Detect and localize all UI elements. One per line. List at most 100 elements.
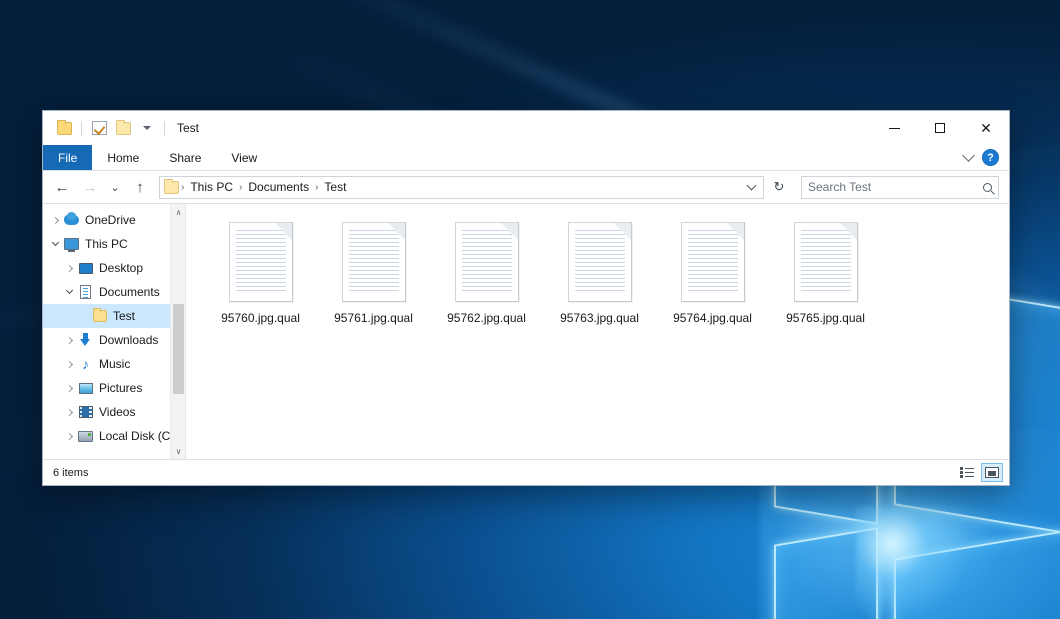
file-name-label: 95760.jpg.qual: [221, 311, 300, 325]
desktop: Test ✕ File Home Share View ?: [0, 0, 1060, 619]
chevron-down-icon[interactable]: [962, 149, 975, 162]
search-icon: [983, 183, 992, 192]
close-button[interactable]: ✕: [963, 111, 1009, 145]
chevron-right-icon[interactable]: [61, 362, 77, 367]
sidebar-item-this-pc[interactable]: This PC: [43, 232, 185, 256]
sidebar-item-videos[interactable]: Videos: [43, 400, 185, 424]
sidebar-item-onedrive[interactable]: OneDrive: [43, 208, 185, 232]
qat-customize-button[interactable]: [136, 117, 158, 139]
breadcrumb-separator: ›: [239, 182, 242, 193]
twisty-glyph: [65, 336, 72, 343]
sidebar-item-local-disk-c[interactable]: Local Disk (C:): [43, 424, 185, 448]
scrollbar-thumb[interactable]: [173, 304, 184, 394]
sidebar-item-label: Pictures: [99, 381, 142, 395]
navigation-pane: OneDriveThis PCDesktop Documents Test Downl…: [43, 204, 185, 459]
chevron-right-icon[interactable]: [61, 410, 77, 415]
details-view-button[interactable]: [956, 463, 978, 482]
maximize-button[interactable]: [917, 111, 963, 145]
ribbon-tab-strip: File Home Share View ?: [43, 145, 1009, 171]
breadcrumb-item-this-pc[interactable]: This PC: [186, 180, 237, 194]
properties-icon: [92, 121, 107, 135]
breadcrumb[interactable]: › This PC › Documents › Test: [159, 176, 764, 199]
chevron-right-icon[interactable]: [61, 338, 77, 343]
minimize-icon: [889, 128, 900, 129]
file-item[interactable]: 95762.jpg.qual: [430, 218, 543, 340]
local-disk-icon-glyph: [78, 431, 93, 442]
minimize-button[interactable]: [871, 111, 917, 145]
file-item[interactable]: 95764.jpg.qual: [656, 218, 769, 340]
generic-file-icon: [568, 222, 632, 302]
breadcrumb-item-documents[interactable]: Documents: [244, 180, 313, 194]
file-list-pane[interactable]: 95760.jpg.qual 95761.jpg.qual 95762.jpg.qu…: [185, 204, 1009, 459]
file-name-label: 95762.jpg.qual: [447, 311, 526, 325]
pictures-icon-glyph: [79, 383, 93, 394]
chevron-right-icon[interactable]: [61, 434, 77, 439]
twisty-glyph: [51, 239, 58, 246]
back-button[interactable]: ←: [49, 174, 75, 200]
recent-locations-button[interactable]: ⌄: [105, 174, 125, 200]
scroll-down-icon[interactable]: ∨: [171, 443, 185, 459]
sidebar-item-documents[interactable]: Documents: [43, 280, 185, 304]
file-item[interactable]: 95760.jpg.qual: [204, 218, 317, 340]
up-button[interactable]: ↑: [127, 174, 153, 200]
qat-new-folder-button[interactable]: [112, 117, 134, 139]
tab-file[interactable]: File: [43, 145, 92, 170]
window-title: Test: [177, 121, 199, 135]
view-mode-buttons: [956, 463, 1003, 482]
file-name-label: 95764.jpg.qual: [673, 311, 752, 325]
sidebar-item-test[interactable]: Test: [43, 304, 185, 328]
sidebar-item-label: Local Disk (C:): [99, 429, 178, 443]
qat-properties-button[interactable]: [88, 117, 110, 139]
chevron-down-icon[interactable]: [47, 243, 63, 245]
address-bar: ← → ⌄ ↑ › This PC › Documents › Test ↻ S…: [43, 171, 1009, 203]
windows-logo-vertex-glow: [856, 506, 976, 619]
refresh-button[interactable]: ↻: [766, 174, 792, 200]
window-controls: ✕: [871, 111, 1009, 145]
scroll-up-icon[interactable]: ∧: [171, 204, 185, 220]
window-body: OneDriveThis PCDesktop Documents Test Downl…: [43, 203, 1009, 459]
tab-share[interactable]: Share: [154, 145, 216, 170]
qat-separator: [81, 121, 82, 136]
breadcrumb-item-test[interactable]: Test: [320, 180, 350, 194]
help-icon[interactable]: ?: [982, 149, 999, 166]
qat-folder-button[interactable]: [53, 117, 75, 139]
folder-icon-glyph: [93, 310, 107, 322]
pictures-icon: [77, 383, 94, 394]
chevron-right-icon[interactable]: [61, 386, 77, 391]
documents-icon: [77, 285, 94, 299]
breadcrumb-separator: ›: [315, 182, 318, 193]
chevron-right-icon[interactable]: [61, 266, 77, 271]
videos-icon-glyph: [79, 406, 93, 418]
file-explorer-window: Test ✕ File Home Share View ?: [42, 110, 1010, 486]
tab-view[interactable]: View: [216, 145, 272, 170]
navigation-scrollbar[interactable]: ∧ ∨: [170, 204, 185, 459]
sidebar-item-pictures[interactable]: Pictures: [43, 376, 185, 400]
sidebar-item-label: Downloads: [99, 333, 158, 347]
music-icon: ♪: [77, 357, 94, 371]
file-item[interactable]: 95765.jpg.qual: [769, 218, 882, 340]
desktop-icon-glyph: [79, 263, 93, 274]
onedrive-icon: [63, 215, 80, 225]
search-input[interactable]: Search Test: [801, 176, 999, 199]
file-item[interactable]: 95761.jpg.qual: [317, 218, 430, 340]
twisty-glyph: [65, 384, 72, 391]
search-placeholder: Search Test: [808, 180, 983, 194]
large-icons-view-icon: [985, 467, 999, 478]
sidebar-item-label: Music: [99, 357, 130, 371]
large-icons-view-button[interactable]: [981, 463, 1003, 482]
file-name-label: 95763.jpg.qual: [560, 311, 639, 325]
sidebar-item-music[interactable]: ♪ Music: [43, 352, 185, 376]
desktop-icon: [77, 263, 94, 274]
address-dropdown-icon[interactable]: [747, 181, 757, 191]
generic-file-icon: [681, 222, 745, 302]
chevron-right-icon[interactable]: [47, 218, 63, 223]
folder-icon: [57, 122, 72, 135]
sidebar-item-downloads[interactable]: Downloads: [43, 328, 185, 352]
sidebar-item-desktop[interactable]: Desktop: [43, 256, 185, 280]
tab-home[interactable]: Home: [92, 145, 154, 170]
file-item[interactable]: 95763.jpg.qual: [543, 218, 656, 340]
chevron-down-icon[interactable]: [61, 291, 77, 293]
sidebar-item-label: Documents: [99, 285, 160, 299]
twisty-glyph: [65, 287, 72, 294]
twisty-glyph: [65, 360, 72, 367]
